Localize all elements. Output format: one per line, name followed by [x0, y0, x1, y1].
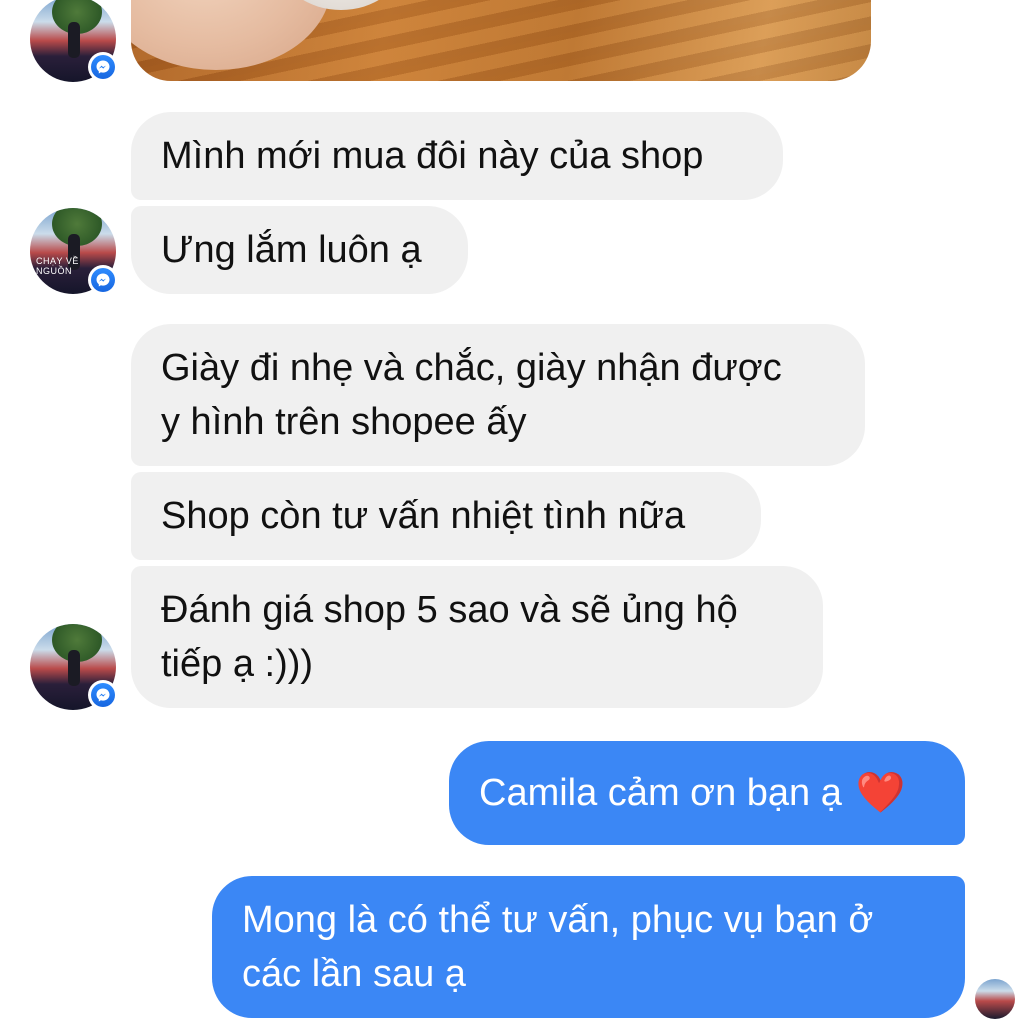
message-text: Shop còn tư vấn nhiệt tình nữa — [161, 495, 686, 537]
message-text: Camila cảm ơn bạn ạ — [479, 772, 842, 814]
messenger-icon — [91, 683, 115, 707]
heart-icon: ❤️ — [855, 771, 906, 815]
hand-image — [131, 0, 331, 70]
message-text: Mình mới mua đôi này của shop — [161, 135, 704, 177]
messenger-icon — [91, 268, 115, 292]
messenger-badge — [88, 265, 118, 295]
outgoing-message[interactable]: Mong là có thể tư vấn, phục vụ bạn ở các… — [212, 876, 965, 1018]
incoming-message[interactable]: Đánh giá shop 5 sao và sẽ ủng hộ tiếp ạ … — [131, 566, 823, 708]
message-text: Đánh giá shop 5 sao và sẽ ủng hộ — [161, 589, 738, 631]
shoe-photo-attachment[interactable] — [131, 0, 871, 81]
message-text: các lần sau ạ — [242, 953, 466, 995]
incoming-message[interactable]: Shop còn tư vấn nhiệt tình nữa — [131, 472, 761, 560]
incoming-message[interactable]: Ưng lắm luôn ạ — [131, 206, 468, 294]
messenger-icon — [91, 55, 115, 79]
messenger-badge — [88, 680, 118, 710]
message-text: tiếp ạ :))) — [161, 643, 314, 685]
messenger-badge — [88, 52, 118, 82]
incoming-message[interactable]: Giày đi nhẹ và chắc, giày nhận được y hì… — [131, 324, 865, 466]
message-text: Mong là có thể tư vấn, phục vụ bạn ở — [242, 899, 874, 941]
avatar-caption: CHẠY VỀ — [36, 256, 79, 266]
outgoing-message[interactable]: Camila cảm ơn bạn ạ ❤️ — [449, 741, 965, 845]
incoming-message[interactable]: Mình mới mua đôi này của shop — [131, 112, 783, 200]
avatar-caption: NGUỒN — [36, 266, 72, 276]
message-text: Ưng lắm luôn ạ — [161, 229, 422, 271]
message-text: y hình trên shopee ấy — [161, 401, 527, 443]
read-receipt-avatar — [975, 979, 1015, 1019]
message-text: Giày đi nhẹ và chắc, giày nhận được — [161, 347, 782, 389]
